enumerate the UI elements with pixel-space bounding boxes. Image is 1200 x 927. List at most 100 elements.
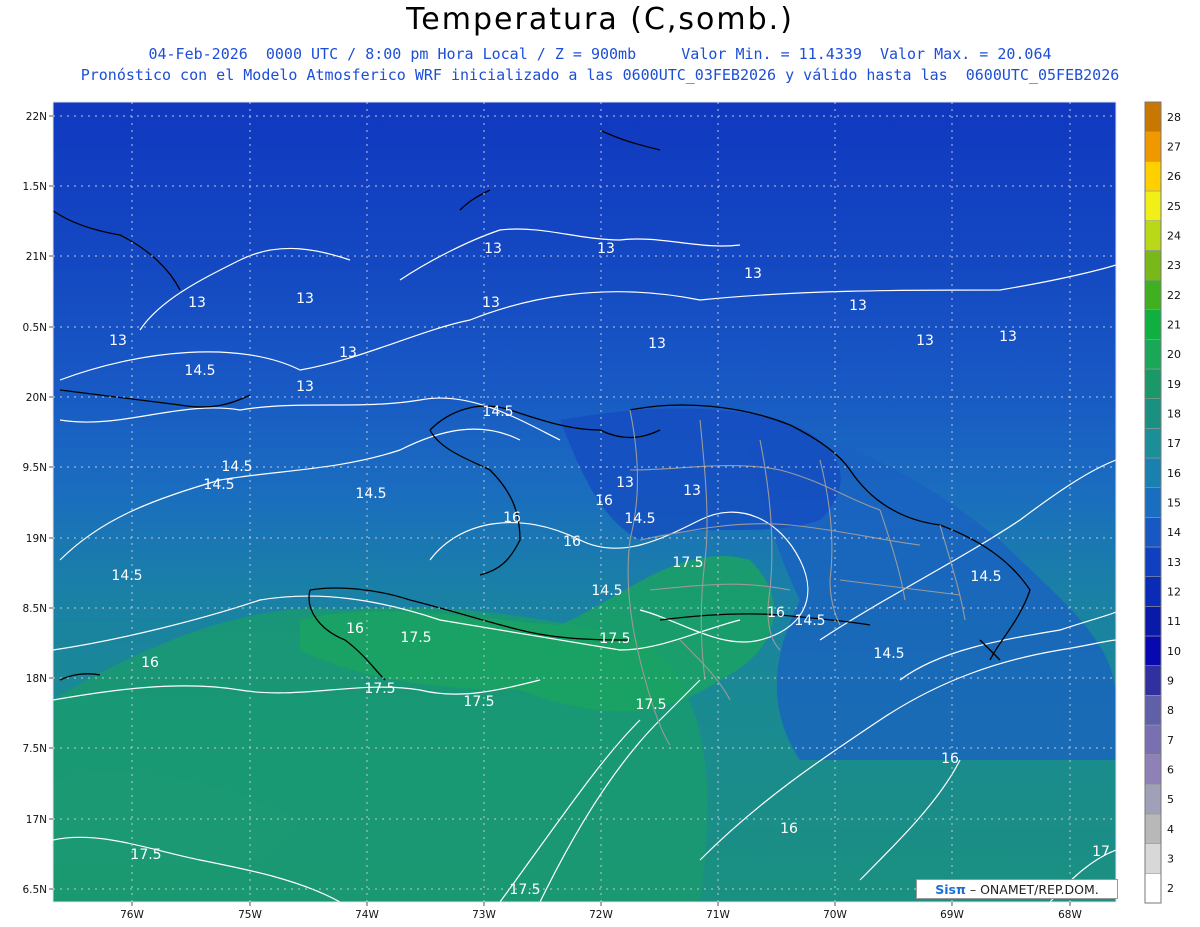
colorbar-label: 2	[1167, 882, 1174, 895]
contour-label: 14.5	[482, 404, 513, 420]
contour-label: 17.5	[509, 882, 540, 898]
colorbar-swatch	[1144, 784, 1162, 815]
contour-label: 17.5	[364, 681, 395, 697]
colorbar-swatch	[1144, 606, 1162, 637]
contour-label: 17.5	[635, 697, 666, 713]
colorbar-swatch	[1144, 398, 1162, 429]
lon-tick-label: 70W	[823, 909, 847, 921]
contour-label: 16	[563, 534, 581, 550]
colorbar-swatch	[1144, 220, 1162, 251]
colorbar-label: 12	[1167, 586, 1181, 599]
contour-label: 13	[648, 336, 666, 352]
contour-label: 16	[780, 821, 798, 837]
colorbar-label: 22	[1167, 289, 1181, 302]
colorbar-swatch	[1144, 843, 1162, 874]
lat-tick-label: 21N	[26, 251, 47, 263]
contour-label: 14.5	[794, 613, 825, 629]
colorbar-swatch	[1144, 724, 1162, 755]
lon-tick-label: 69W	[940, 909, 964, 921]
lat-tick-label: 19N	[26, 533, 47, 545]
colorbar-swatch	[1144, 457, 1162, 488]
temperature-map: 13 13 13 13 13 13 13 13 13 13 13 13 14.5 13 14.5 14.5 14…	[22, 101, 1181, 921]
contour-label: 14.5	[970, 569, 1001, 585]
colorbar-label: 11	[1167, 615, 1181, 628]
colorbar-label: 18	[1167, 408, 1181, 421]
contour-label: 13	[109, 333, 127, 349]
contour-label: 13	[597, 241, 615, 257]
colorbar-label: 17	[1167, 437, 1181, 450]
colorbar-label: 4	[1167, 823, 1174, 836]
contour-label: 14.5	[624, 511, 655, 527]
colorbar: 2345678910111213141516171819202122232425…	[1144, 101, 1181, 904]
lat-tick-label: 20N	[26, 392, 47, 404]
colorbar-swatch	[1144, 161, 1162, 192]
lon-tick-label: 73W	[472, 909, 496, 921]
colorbar-label: 8	[1167, 704, 1174, 717]
colorbar-label: 6	[1167, 764, 1174, 777]
contour-label: 16	[503, 510, 521, 526]
colorbar-label: 16	[1167, 467, 1181, 480]
colorbar-swatch	[1144, 339, 1162, 370]
colorbar-swatch	[1144, 309, 1162, 340]
contour-label: 16	[346, 621, 364, 637]
contour-label: 13	[482, 295, 500, 311]
contour-label: 16	[941, 751, 959, 767]
colorbar-swatch	[1144, 517, 1162, 548]
colorbar-label: 28	[1167, 111, 1181, 124]
contour-label: 17.5	[400, 630, 431, 646]
colorbar-swatch	[1144, 665, 1162, 696]
colorbar-swatch	[1144, 754, 1162, 785]
lon-tick-label: 75W	[238, 909, 262, 921]
colorbar-label: 9	[1167, 675, 1174, 688]
colorbar-swatch	[1144, 368, 1162, 399]
colorbar-swatch	[1144, 546, 1162, 577]
colorbar-label: 7	[1167, 734, 1174, 747]
contour-label: 17	[1092, 844, 1110, 860]
contour-label: 13	[188, 295, 206, 311]
colorbar-label: 21	[1167, 319, 1181, 332]
contour-label: 13	[683, 483, 701, 499]
colorbar-swatch	[1144, 873, 1162, 904]
contour-label: 13	[999, 329, 1017, 345]
lon-tick-label: 72W	[589, 909, 613, 921]
contour-label: 14.5	[355, 486, 386, 502]
contour-label: 17.5	[130, 847, 161, 863]
colorbar-swatch	[1144, 428, 1162, 459]
latitude-axis: 22N 1.5N 21N 0.5N 20N 9.5N 19N 8.5N 18N 7.5N 17N 6.…	[22, 111, 53, 896]
colorbar-swatch	[1144, 190, 1162, 221]
lat-tick-label: 8.5N	[22, 603, 47, 615]
colorbar-label: 24	[1167, 230, 1181, 243]
credit-brand: Sisπ	[935, 882, 966, 897]
contour-label: 16	[767, 605, 785, 621]
colorbar-swatch	[1144, 813, 1162, 844]
contour-label: 17.5	[599, 631, 630, 647]
contour-label: 13	[616, 475, 634, 491]
lat-tick-label: 9.5N	[22, 462, 47, 474]
lon-tick-label: 71W	[706, 909, 730, 921]
contour-label: 14.5	[873, 646, 904, 662]
lat-tick-label: 0.5N	[22, 322, 47, 334]
contour-label: 13	[484, 241, 502, 257]
longitude-axis: 76W 75W 74W 73W 72W 71W 70W 69W 68W	[120, 902, 1082, 921]
contour-label: 14.5	[111, 568, 142, 584]
contour-label: 13	[296, 379, 314, 395]
contour-label: 13	[916, 333, 934, 349]
colorbar-swatch	[1144, 101, 1162, 132]
colorbar-label: 19	[1167, 378, 1181, 391]
contour-label: 13	[339, 345, 357, 361]
colorbar-label: 27	[1167, 141, 1181, 154]
lat-tick-label: 18N	[26, 673, 47, 685]
lon-tick-label: 76W	[120, 909, 144, 921]
colorbar-swatch	[1144, 279, 1162, 310]
colorbar-label: 15	[1167, 497, 1181, 510]
colorbar-label: 14	[1167, 526, 1181, 539]
contour-label: 16	[595, 493, 613, 509]
contour-label: 17.5	[672, 555, 703, 571]
contour-label: 13	[296, 291, 314, 307]
colorbar-label: 23	[1167, 259, 1181, 272]
lon-tick-label: 74W	[355, 909, 379, 921]
lat-tick-label: 17N	[26, 814, 47, 826]
plot-area: 13 13 13 13 13 13 13 13 13 13 13 13 14.5 13 14.5 14.5 14…	[53, 102, 1116, 902]
contour-label: 14.5	[203, 477, 234, 493]
lat-tick-label: 1.5N	[22, 181, 47, 193]
